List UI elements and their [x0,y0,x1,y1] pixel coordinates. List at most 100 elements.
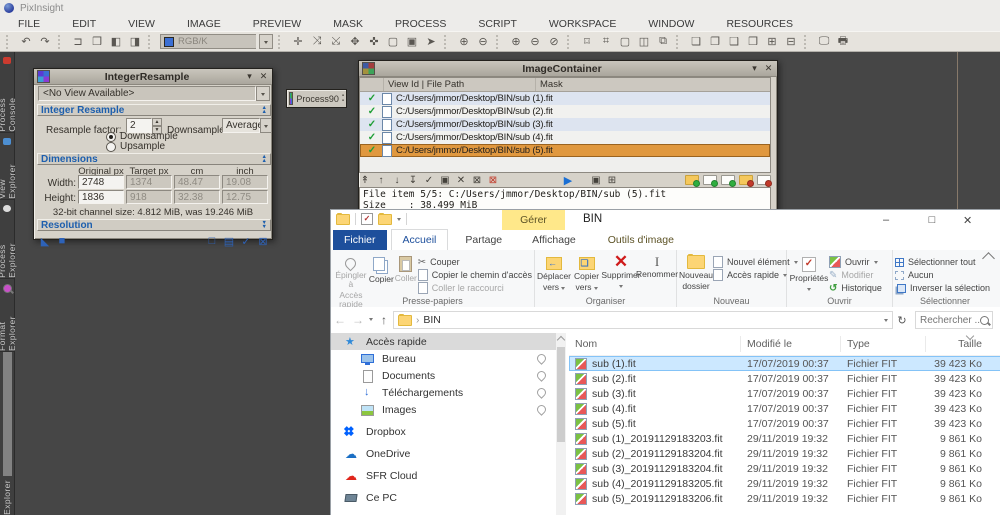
column-name[interactable]: Nom [569,336,741,352]
quick-access-button[interactable]: Accès rapide [713,269,798,281]
downsample-mode-select[interactable]: Average [222,118,263,133]
minimize-button[interactable]: – [863,210,909,230]
view-selector-dropdown[interactable] [256,86,270,101]
paste-shortcut-button[interactable]: Coller le raccourci [417,282,532,294]
menu-item[interactable]: MASK [317,18,379,30]
menu-item[interactable]: PROCESS [379,18,462,30]
image-row[interactable]: ✓ C:/Users/jmmor/Desktop/BIN/sub (2).fit [360,105,770,118]
enabled-check-icon[interactable]: ✓ [366,145,378,156]
section-resolution[interactable]: Resolution ▼ ▼ [37,219,271,231]
nav-item[interactable]: Téléchargements [331,384,556,401]
nav-item[interactable]: SFR Cloud [331,467,556,484]
menu-item[interactable]: WINDOW [632,18,710,30]
screen-transfer-icon[interactable]: ⊐ [70,34,86,49]
iconize-button[interactable]: ▾ [749,63,760,74]
address-field[interactable]: › BIN [393,311,893,329]
refresh-icon[interactable]: ↻ [893,314,911,327]
menu-item[interactable]: VIEW [112,18,171,30]
qat-properties-icon[interactable]: ✓ [361,213,373,225]
menu-item[interactable]: SCRIPT [462,18,533,30]
channel-selector-dropdown[interactable] [259,34,273,49]
file-row[interactable]: sub (4).fit 17/07/2019 00:37 Fichier FIT… [569,401,1000,416]
zoom-in-icon[interactable]: ⊕ [456,34,472,49]
image-row[interactable]: ✓ C:/Users/jmmor/Desktop/BIN/sub (3).fit [360,118,770,131]
column-date[interactable]: Modifié le [741,336,841,352]
address-dropdown-icon[interactable] [884,319,888,324]
cut-button[interactable]: ✂ Couper [418,256,532,268]
window-mode-5-icon[interactable]: ⊞ [764,34,780,49]
workspace-2-icon[interactable]: 🖶 [835,34,851,49]
expand-handle-icon[interactable]: ▪ ▪ [342,93,344,104]
move-down-icon[interactable]: ↓ [391,175,403,186]
workspace-1-icon[interactable]: 🖵 [816,34,832,49]
remove-item-icon[interactable]: ✕ [455,175,467,186]
rename-button[interactable]: I Renommer [636,252,678,295]
new-item-button[interactable]: Nouvel élément [713,256,798,268]
section-integer-resample[interactable]: Integer Resample ▲ ▲ [37,104,271,116]
tab-view-explorer[interactable]: View Explorer [0,136,17,200]
run-icon[interactable]: ▶ [562,174,574,187]
image-row[interactable]: ✓ C:/Users/jmmor/Desktop/BIN/sub (5).fit [360,144,770,157]
add-directory-icon[interactable] [703,175,718,187]
cascade-windows-icon[interactable]: ⧉ [655,34,671,49]
nav-item[interactable]: OneDrive [331,445,556,462]
zoom-out-icon[interactable]: ⊖ [475,34,491,49]
contextual-tab-group[interactable]: Gérer [502,210,565,230]
delete-button[interactable]: ✕ Supprimer [601,252,641,295]
remove-files-icon[interactable] [739,175,754,187]
clear-directory-icon[interactable] [757,175,772,187]
nav-scrollbar[interactable] [556,333,566,515]
reset-icon[interactable]: ⊠ [256,235,270,248]
collapse-icon[interactable]: ▲ ▲ [262,105,267,115]
column-type[interactable]: Type [841,336,926,352]
add-files-icon[interactable] [685,175,700,187]
split-right-icon[interactable]: ◨ [127,34,143,49]
nav-item[interactable]: Accès rapide [331,333,556,350]
column-size[interactable]: Taille [926,336,988,352]
copy-path-button[interactable]: Copier le chemin d'accès [417,269,532,281]
breadcrumb[interactable]: BIN [423,314,441,326]
tab-explorer-partial[interactable]: Explorer [0,478,14,515]
maximize-button[interactable]: □ [909,210,955,230]
new-window-icon[interactable]: ❒ [89,34,105,49]
enable-item-icon[interactable]: ✓ [423,175,435,186]
zoom-to-fit-icon[interactable]: ⤨ [309,34,325,49]
close-button[interactable]: ✕ [258,71,269,82]
zoom-optimal-icon[interactable]: ⊘ [546,34,562,49]
enabled-check-icon[interactable]: ✓ [366,93,378,104]
menu-item[interactable]: FILE [2,18,56,30]
properties-button[interactable]: ✓ Propriétés [789,252,829,295]
history-button[interactable]: ↺ Historique [829,282,882,294]
new-folder-button[interactable]: Nouveau dossier [679,252,713,295]
menu-item[interactable]: RESOURCES [710,18,809,30]
enable-all-icon[interactable]: ▣ [439,175,451,186]
cursor-mode-icon[interactable]: ➤ [423,34,439,49]
window-mode-6-icon[interactable]: ⊟ [783,34,799,49]
recent-locations-icon[interactable] [369,317,373,323]
image-row[interactable]: ✓ C:/Users/jmmor/Desktop/BIN/sub (4).fit [360,131,770,144]
downsample-mode-dropdown[interactable] [260,118,272,133]
process90-iconized-window[interactable]: Process90 ▪ ▪ [286,89,347,108]
scroll-up-icon[interactable] [556,335,566,345]
nav-item[interactable]: Images [331,401,556,418]
open-button[interactable]: Ouvrir [829,256,882,268]
close-button[interactable]: ✕ [955,210,1000,230]
spin-up-icon[interactable]: ▲ [152,118,162,126]
copy-to-button[interactable]: Copier vers [571,252,602,295]
pan-mode-icon[interactable]: ✛ [290,34,306,49]
window-mode-1-icon[interactable]: ❏ [688,34,704,49]
image-container-titlebar[interactable]: ImageContainer ▾ ✕ [359,61,777,77]
file-row[interactable]: sub (4)_20191129183205.fit 29/11/2019 19… [569,476,1000,491]
add-view-icon[interactable]: ⊞ [606,175,618,186]
apply-to-views-icon[interactable]: ▣ [590,175,602,186]
close-button[interactable]: ✕ [763,63,774,74]
window-mode-4-icon[interactable]: ❒ [745,34,761,49]
file-row[interactable]: sub (2)_20191129183204.fit 29/11/2019 19… [569,446,1000,461]
section-dimensions[interactable]: Dimensions ▲ ▲ [37,153,271,165]
file-row[interactable]: sub (5).fit 17/07/2019 00:37 Fichier FIT… [569,416,1000,431]
output-directory-icon[interactable] [721,175,736,187]
menu-item[interactable]: IMAGE [171,18,237,30]
nav-item[interactable]: Dropbox [331,423,556,440]
file-row[interactable]: sub (1).fit 17/07/2019 00:37 Fichier FIT… [569,356,1000,371]
window-mode-2-icon[interactable]: ❐ [707,34,723,49]
